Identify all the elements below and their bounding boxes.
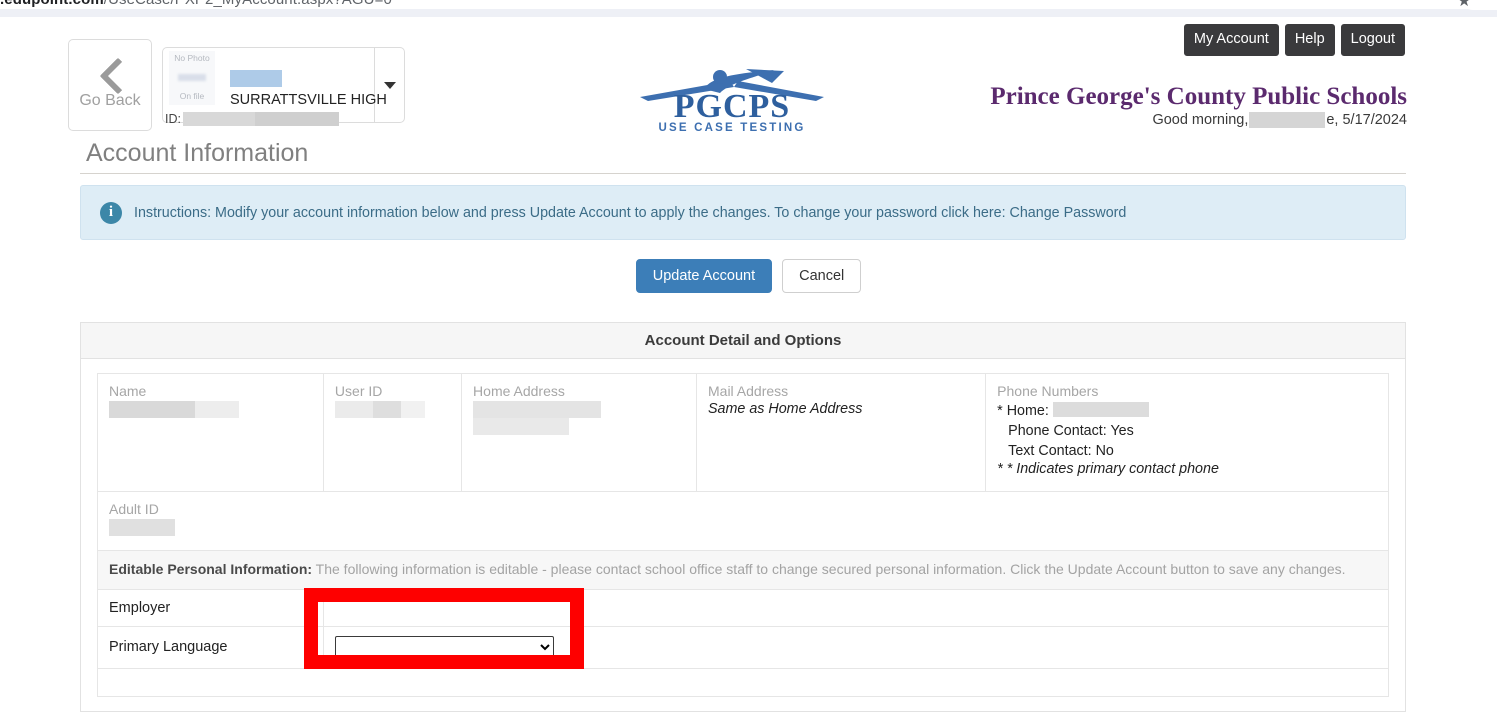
instructions-banner: i Instructions: Modify your account info… (80, 185, 1406, 240)
logout-button[interactable]: Logout (1341, 24, 1405, 56)
my-account-button[interactable]: My Account (1184, 24, 1279, 56)
employer-label: Employer (109, 600, 170, 616)
table-row: Adult ID (98, 492, 1389, 551)
photo-line-2-redacted (178, 74, 206, 81)
cell-mail-address: Mail Address Same as Home Address (697, 374, 986, 492)
student-id-redacted (183, 112, 339, 126)
change-password-link[interactable]: Change Password (1010, 205, 1127, 221)
table-row (98, 668, 1389, 696)
form-actions: Update Account Cancel (0, 259, 1497, 293)
table-row: Name User ID Home Address (98, 374, 1389, 492)
go-back-button[interactable]: Go Back (68, 39, 152, 131)
omnibox-underline (0, 9, 1497, 17)
panel-header: Account Detail and Options (81, 323, 1405, 359)
phone-contact-line: Phone Contact: Yes (997, 421, 1378, 441)
district-title: Prince George's County Public Schools (990, 83, 1407, 112)
student-name-redacted (230, 70, 282, 87)
cell-phone-numbers: Phone Numbers * Home: Phone Contact: Yes… (986, 374, 1389, 492)
empty-row-cell (98, 668, 1389, 696)
cell-editable-note: Editable Personal Information: The follo… (98, 550, 1389, 589)
logo-graphic: PGCPS (634, 67, 830, 121)
star-icon[interactable]: ★ (1457, 0, 1471, 10)
primary-language-label: Primary Language (109, 639, 228, 655)
mail-address-label: Mail Address (708, 383, 975, 401)
panel-body: Name User ID Home Address (81, 359, 1405, 697)
top-navigation: Go Back No Photo On file SURRATTSVILLE H… (68, 39, 405, 131)
district-name: Prince George's County Public Schools (990, 83, 1407, 112)
cell-adult-id: Adult ID (98, 492, 1389, 551)
title-divider (80, 173, 1406, 174)
cell-name: Name (98, 374, 324, 492)
address-bar-url[interactable]: .edupoint.com/UseCase/PXP2_MyAccount.asp… (0, 0, 392, 8)
adult-id-value-redacted (109, 519, 1378, 541)
greeting-suffix: e, 5/17/2024 (1326, 112, 1407, 128)
greeting-name-redacted (1249, 112, 1325, 128)
cell-user-id: User ID (323, 374, 461, 492)
instructions-text: Instructions: Modify your account inform… (134, 205, 1126, 221)
adult-id-label: Adult ID (109, 501, 1378, 519)
browser-omnibox-strip: .edupoint.com/UseCase/PXP2_MyAccount.asp… (0, 0, 1497, 17)
chevron-left-icon (96, 60, 124, 88)
home-address-label: Home Address (473, 383, 686, 401)
pgcps-logo: PGCPS USE CASE TESTING (632, 67, 832, 134)
mail-address-value: Same as Home Address (708, 401, 975, 417)
student-id-label: ID: (165, 112, 181, 126)
greeting-line: Good morning, e, 5/17/2024 (1152, 112, 1407, 128)
chevron-down-icon (384, 82, 396, 89)
user-id-value-redacted (335, 401, 451, 423)
url-host: .edupoint.com (0, 0, 104, 8)
editable-note-rest: The following information is editable - … (312, 561, 1346, 577)
student-selector-card[interactable]: No Photo On file SURRATTSVILLE HIGH ID: (162, 47, 405, 123)
phone-numbers-label: Phone Numbers (997, 383, 1378, 401)
go-back-label: Go Back (79, 92, 140, 110)
primary-phone-note: * * Indicates primary contact phone (997, 461, 1378, 477)
student-id-row: ID: (165, 112, 339, 126)
home-address-value-redacted (473, 401, 686, 435)
editable-note-row: Editable Personal Information: The follo… (98, 550, 1389, 589)
cell-home-address: Home Address (462, 374, 697, 492)
primary-language-select[interactable] (335, 636, 554, 659)
phone-home-redacted (1053, 402, 1149, 417)
text-contact-line: Text Contact: No (997, 441, 1378, 461)
primary-language-value-cell (323, 626, 1388, 668)
primary-language-label-cell: Primary Language (98, 626, 324, 668)
phone-home-label: * Home: (997, 403, 1049, 419)
student-selector-dropdown[interactable] (374, 48, 404, 122)
phone-home-line: * Home: (997, 401, 1378, 421)
student-info: No Photo On file SURRATTSVILLE HIGH ID: (163, 48, 374, 122)
photo-line-3: On file (180, 92, 205, 101)
info-icon: i (100, 202, 122, 224)
svg-text:PGCPS: PGCPS (674, 88, 790, 121)
employer-label-cell: Employer (98, 589, 324, 626)
auth-button-group: My Account Help Logout (1184, 24, 1405, 56)
employer-value-cell[interactable] (323, 589, 1388, 626)
help-button[interactable]: Help (1285, 24, 1335, 56)
student-school-name: SURRATTSVILLE HIGH (230, 92, 387, 108)
account-detail-panel: Account Detail and Options Name (80, 322, 1406, 712)
user-id-label: User ID (335, 383, 451, 401)
table-row: Primary Language (98, 626, 1389, 668)
update-account-button[interactable]: Update Account (636, 259, 772, 293)
page-title: Account Information (86, 139, 308, 168)
name-label: Name (109, 383, 313, 401)
editable-note-strong: Editable Personal Information: (109, 561, 312, 577)
logo-tagline: USE CASE TESTING (632, 122, 832, 134)
cancel-button[interactable]: Cancel (782, 259, 861, 293)
page-root: My Account Help Logout Go Back No Photo … (0, 17, 1497, 704)
name-value-redacted (109, 401, 313, 423)
greeting-prefix: Good morning, (1152, 112, 1248, 128)
photo-line-1: No Photo (174, 54, 209, 63)
student-photo-placeholder: No Photo On file (169, 51, 215, 105)
table-row: Employer (98, 589, 1389, 626)
account-detail-table: Name User ID Home Address (97, 373, 1389, 697)
url-path: /UseCase/PXP2_MyAccount.aspx?AGU=0 (104, 0, 392, 8)
instructions-body: Instructions: Modify your account inform… (134, 205, 1006, 221)
